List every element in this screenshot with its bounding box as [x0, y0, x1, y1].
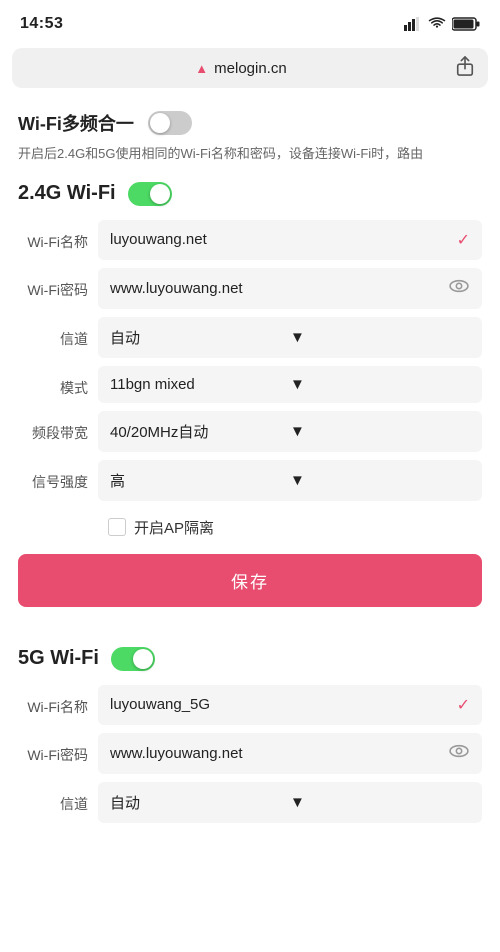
wifi-5g-header: 5G Wi-Fi [18, 647, 482, 671]
wifi-24-name-container: ✓ [98, 220, 482, 260]
wifi-5g-password-input[interactable] [110, 745, 442, 762]
wifi-24-password-eye-icon[interactable] [448, 278, 470, 299]
wifi-5g-channel-label: 信道 [18, 782, 98, 814]
wifi-24-bandwidth-arrow: ▼ [290, 423, 470, 440]
wifi-24-ap-row: 开启AP隔离 [108, 517, 482, 538]
multiband-desc: 开启后2.4G和5G使用相同的Wi-Fi名称和密码，设备连接Wi-Fi时，路由 [18, 144, 482, 164]
wifi-24-bandwidth-select[interactable]: 40/20MHz自动 ▼ [98, 411, 482, 452]
wifi-24-mode-row: 模式 11bgn mixed ▼ [18, 366, 482, 411]
wifi-icon [428, 17, 446, 31]
wifi-5g-password-input-wrap [98, 733, 482, 774]
wifi-24-channel-row: 信道 自动 ▼ [18, 317, 482, 366]
wifi-24-section: 2.4G Wi-Fi Wi-Fi名称 ✓ Wi-Fi密码 [18, 182, 482, 627]
page-content: Wi-Fi多频合一 开启后2.4G和5G使用相同的Wi-Fi名称和密码，设备连接… [0, 96, 500, 627]
wifi-24-password-row: Wi-Fi密码 [18, 268, 482, 317]
wifi-5g-password-container [98, 733, 482, 774]
wifi-5g-name-row: Wi-Fi名称 ✓ [18, 685, 482, 733]
wifi-5g-name-label: Wi-Fi名称 [18, 685, 98, 717]
wifi-5g-name-input-wrap: ✓ [98, 685, 482, 725]
wifi-24-signal-select[interactable]: 高 ▼ [98, 460, 482, 501]
wifi-5g-channel-row: 信道 自动 ▼ [18, 782, 482, 831]
wifi-5g-channel-container: 自动 ▼ [98, 782, 482, 823]
address-url: melogin.cn [214, 60, 287, 77]
wifi-5g-channel-arrow: ▼ [290, 794, 470, 811]
wifi-5g-toggle[interactable] [111, 647, 155, 671]
wifi-24-save-button[interactable]: 保存 [18, 554, 482, 607]
wifi-5g-name-check-icon: ✓ [457, 695, 470, 715]
wifi-24-signal-container: 高 ▼ [98, 460, 482, 501]
status-bar: 14:53 [0, 0, 500, 44]
battery-icon [452, 17, 480, 31]
wifi-24-mode-arrow: ▼ [290, 376, 470, 393]
wifi-5g-title: 5G Wi-Fi [18, 647, 99, 670]
wifi-24-bandwidth-label: 频段带宽 [18, 411, 98, 443]
wifi-24-channel-container: 自动 ▼ [98, 317, 482, 358]
wifi-24-channel-label: 信道 [18, 317, 98, 349]
wifi-24-mode-value: 11bgn mixed [110, 376, 290, 393]
wifi-24-bandwidth-row: 频段带宽 40/20MHz自动 ▼ [18, 411, 482, 460]
wifi-24-mode-label: 模式 [18, 366, 98, 398]
multiband-toggle[interactable] [148, 111, 192, 135]
wifi-24-toggle[interactable] [128, 182, 172, 206]
wifi-24-channel-select[interactable]: 自动 ▼ [98, 317, 482, 358]
wifi-5g-name-container: ✓ [98, 685, 482, 725]
wifi-24-title: 2.4G Wi-Fi [18, 182, 116, 205]
address-bar-icon: ▲ [195, 61, 208, 76]
address-bar-content: ▲ melogin.cn [26, 60, 456, 77]
wifi-24-name-label: Wi-Fi名称 [18, 220, 98, 252]
multiband-toggle-knob [150, 113, 170, 133]
wifi-24-header: 2.4G Wi-Fi [18, 182, 482, 206]
wifi-5g-name-input[interactable] [110, 696, 451, 713]
wifi-5g-toggle-knob [133, 649, 153, 669]
wifi-24-password-container [98, 268, 482, 309]
wifi-5g-password-row: Wi-Fi密码 [18, 733, 482, 782]
address-bar[interactable]: ▲ melogin.cn [12, 48, 488, 88]
multiband-header: Wi-Fi多频合一 [18, 110, 482, 136]
wifi-24-bandwidth-value: 40/20MHz自动 [110, 421, 290, 442]
wifi-24-signal-row: 信号强度 高 ▼ [18, 460, 482, 509]
wifi-5g-channel-value: 自动 [110, 792, 290, 813]
wifi-24-ap-checkbox[interactable] [108, 518, 126, 536]
wifi-24-save-wrap: 保存 [18, 554, 482, 627]
status-time: 14:53 [20, 15, 63, 33]
wifi-5g-password-label: Wi-Fi密码 [18, 733, 98, 765]
wifi-24-channel-value: 自动 [110, 327, 290, 348]
wifi-24-password-input-wrap [98, 268, 482, 309]
status-icons [404, 17, 480, 31]
wifi-24-name-input-wrap: ✓ [98, 220, 482, 260]
wifi-24-password-label: Wi-Fi密码 [18, 268, 98, 300]
wifi-24-password-input[interactable] [110, 280, 442, 297]
wifi-24-mode-select[interactable]: 11bgn mixed ▼ [98, 366, 482, 403]
wifi-24-signal-value: 高 [110, 470, 290, 491]
wifi-24-signal-label: 信号强度 [18, 460, 98, 492]
wifi-5g-password-eye-icon[interactable] [448, 743, 470, 764]
wifi-24-channel-arrow: ▼ [290, 329, 470, 346]
wifi-24-signal-arrow: ▼ [290, 472, 470, 489]
wifi-24-mode-container: 11bgn mixed ▼ [98, 366, 482, 403]
multiband-title: Wi-Fi多频合一 [18, 110, 134, 136]
signal-icon [404, 17, 422, 31]
share-icon[interactable] [456, 56, 474, 80]
wifi-24-bandwidth-container: 40/20MHz自动 ▼ [98, 411, 482, 452]
wifi-24-name-check-icon: ✓ [457, 230, 470, 250]
wifi-24-name-row: Wi-Fi名称 ✓ [18, 220, 482, 268]
wifi-24-name-input[interactable] [110, 231, 451, 248]
wifi-24-toggle-knob [150, 184, 170, 204]
wifi-5g-section: 5G Wi-Fi Wi-Fi名称 ✓ Wi-Fi密码 [0, 647, 500, 831]
wifi-5g-channel-select[interactable]: 自动 ▼ [98, 782, 482, 823]
wifi-24-ap-label: 开启AP隔离 [134, 517, 214, 538]
